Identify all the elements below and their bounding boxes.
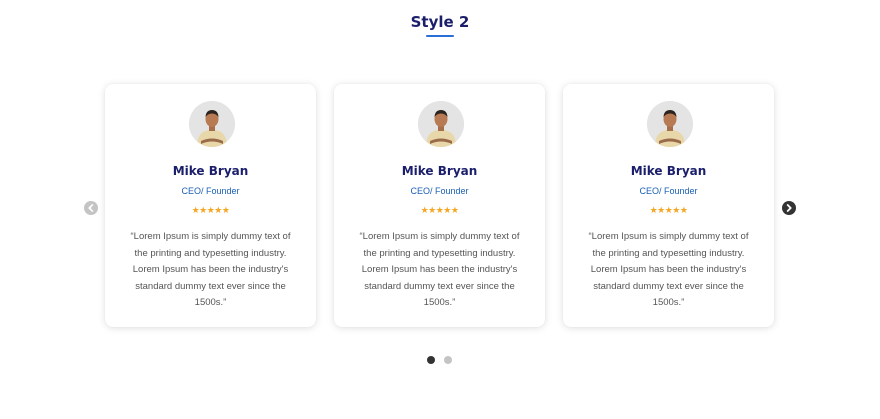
chevron-right-icon: [786, 204, 792, 212]
testimonial-carousel: Mike Bryan CEO/ Founder ★★★★★ “Lorem Ips…: [0, 0, 880, 419]
testimonial-quote: “Lorem Ipsum is simply dummy text of the…: [588, 231, 749, 308]
avatar: [189, 101, 235, 147]
person-name: Mike Bryan: [401, 164, 478, 178]
testimonial-quote: “Lorem Ipsum is simply dummy text of the…: [359, 231, 520, 308]
testimonial-card: Mike Bryan CEO/ Founder ★★★★★ “Lorem Ips…: [105, 84, 316, 327]
carousel-next-button[interactable]: [782, 201, 796, 215]
star-rating: ★★★★★: [420, 205, 459, 215]
carousel-prev-button[interactable]: [84, 201, 98, 215]
star-rating: ★★★★★: [649, 205, 688, 215]
person-role: CEO/ Founder: [639, 186, 698, 196]
pagination-dot-2[interactable]: [444, 356, 452, 364]
person-avatar: [418, 101, 464, 147]
person-role: CEO/ Founder: [181, 186, 240, 196]
person-role: CEO/ Founder: [410, 186, 469, 196]
testimonial-card: Mike Bryan CEO/ Founder ★★★★★ “Lorem Ips…: [563, 84, 774, 327]
person-name: Mike Bryan: [172, 164, 249, 178]
testimonial-quote: “Lorem Ipsum is simply dummy text of the…: [130, 231, 291, 308]
star-rating: ★★★★★: [191, 205, 230, 215]
pagination-dot-1[interactable]: [427, 356, 435, 364]
chevron-left-icon: [88, 204, 94, 212]
person-name: Mike Bryan: [630, 164, 707, 178]
avatar: [418, 101, 464, 147]
avatar: [647, 101, 693, 147]
person-avatar: [189, 101, 235, 147]
person-avatar: [647, 101, 693, 147]
testimonial-card: Mike Bryan CEO/ Founder ★★★★★ “Lorem Ips…: [334, 84, 545, 327]
